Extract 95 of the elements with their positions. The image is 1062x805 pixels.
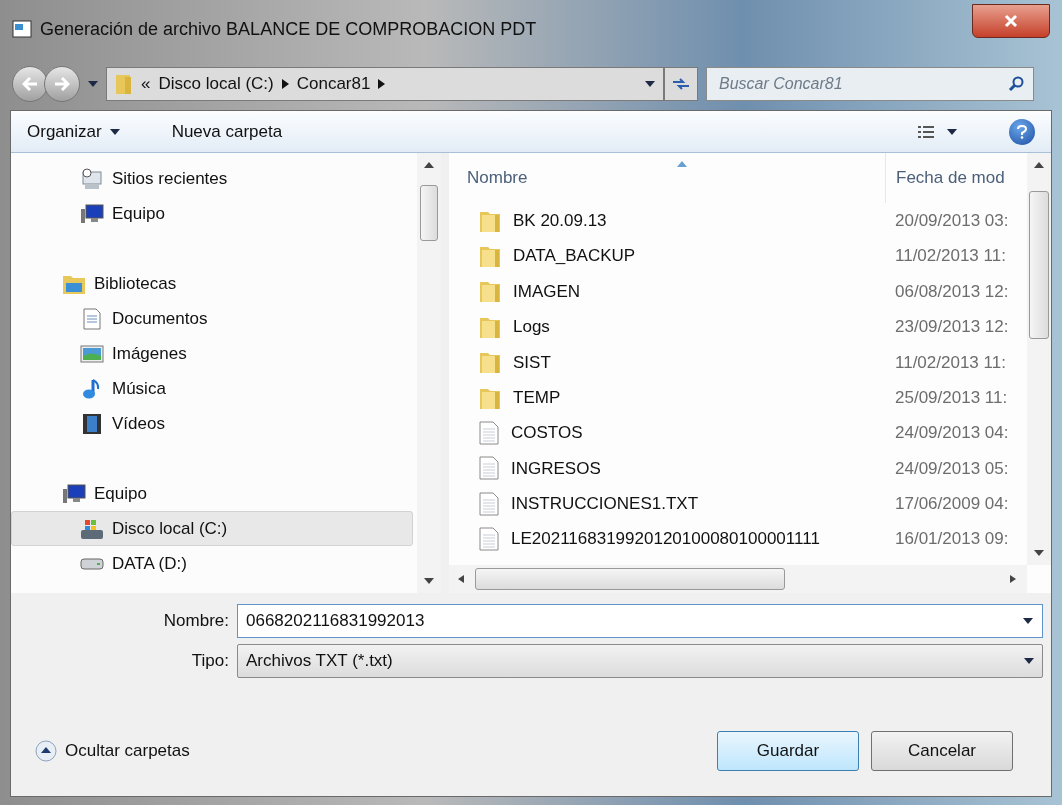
- document-icon: [80, 307, 104, 330]
- drive-icon: [80, 557, 104, 570]
- scroll-left-arrow-icon[interactable]: [457, 575, 467, 583]
- navigation-item[interactable]: Documentos: [11, 301, 413, 336]
- navigation-item[interactable]: Disco local (C:): [11, 511, 413, 546]
- film-icon: [80, 412, 104, 435]
- filename-field[interactable]: 0668202116831992013: [237, 604, 1043, 638]
- scrollbar-thumb[interactable]: [1029, 191, 1049, 339]
- modified-date: 11/02/2013 11:: [894, 245, 1006, 268]
- view-options-button[interactable]: [917, 124, 957, 139]
- file-name[interactable]: SIST: [513, 349, 551, 375]
- modified-date: 24/09/2013 04:: [894, 422, 1009, 445]
- document-icon: [479, 491, 499, 516]
- recent-pages-caret-icon: [88, 81, 98, 87]
- refresh-button[interactable]: [664, 67, 698, 101]
- search-icon: [1008, 76, 1024, 92]
- address-overflow[interactable]: «: [141, 71, 151, 97]
- file-name[interactable]: TEMP: [513, 384, 561, 411]
- modified-date: 06/08/2013 12:: [894, 280, 1009, 303]
- close-icon: [1004, 14, 1018, 28]
- field-label: Nombre:: [162, 610, 229, 633]
- sort-ascending-icon: [677, 161, 687, 167]
- new-folder-button[interactable]: Nueva carpeta: [171, 118, 283, 145]
- chevron-right-icon[interactable]: [281, 79, 289, 89]
- navigation-item[interactable]: Vídeos: [11, 406, 413, 441]
- navigation-item[interactable]: Equipo: [11, 476, 413, 511]
- folder-icon: [479, 279, 501, 304]
- drive-icon: [80, 517, 104, 540]
- folder-icon: [479, 350, 501, 375]
- search-field[interactable]: Buscar Concar81: [706, 67, 1034, 101]
- file-name[interactable]: INSTRUCCIONES1.TXT: [511, 491, 699, 517]
- file-name[interactable]: DATA_BACKUP: [513, 243, 636, 269]
- address-bar[interactable]: « Disco local (C:) Concar81: [106, 67, 664, 101]
- save-button[interactable]: Guardar: [717, 730, 859, 771]
- app-window-icon: [12, 20, 32, 38]
- computer-icon: [62, 482, 86, 505]
- file-name[interactable]: LE2021168319920120100080100001111: [511, 526, 820, 552]
- scroll-up-arrow-icon[interactable]: [424, 161, 434, 169]
- document-icon: [479, 421, 499, 446]
- modified-date: 20/09/2013 03:: [894, 209, 1009, 232]
- file-type-dropdown[interactable]: Archivos TXT (*.txt): [237, 644, 1043, 678]
- modified-date: 17/06/2009 04:: [894, 493, 1009, 516]
- modified-date: 16/01/2013 09:: [894, 528, 1009, 551]
- navigation-item[interactable]: Música: [11, 371, 413, 406]
- cancel-button[interactable]: Cancelar: [871, 730, 1013, 771]
- file-name[interactable]: BK 20.09.13: [513, 207, 607, 234]
- navigation-item[interactable]: Imágenes: [11, 336, 413, 371]
- document-icon: [479, 456, 499, 481]
- forward-button[interactable]: [44, 66, 80, 102]
- recent-places-icon: [80, 167, 104, 190]
- caret-icon: [1024, 658, 1034, 664]
- chevron-right-icon[interactable]: [378, 79, 386, 89]
- folder-icon: [115, 73, 133, 95]
- scroll-down-arrow-icon[interactable]: [424, 577, 434, 585]
- back-button[interactable]: [12, 66, 48, 102]
- navigation-item[interactable]: Equipo: [11, 196, 413, 231]
- breadcrumb-item[interactable]: Disco local (C:): [158, 71, 274, 97]
- refresh-arrows-icon: [671, 76, 691, 92]
- window-title: Generación de archivo BALANCE DE COMPROBACION PDT: [40, 17, 537, 41]
- scrollbar-thumb[interactable]: [475, 568, 785, 590]
- vertical-scrollbar[interactable]: [1027, 153, 1051, 565]
- modified-date: 25/09/2013 11:: [894, 386, 1008, 409]
- scroll-down-arrow-icon[interactable]: [1034, 549, 1044, 557]
- help-icon: [1017, 124, 1027, 139]
- help-button[interactable]: [1009, 118, 1035, 145]
- scrollbar-thumb[interactable]: [420, 185, 438, 241]
- navigation-item[interactable]: Bibliotecas: [11, 266, 413, 301]
- file-name[interactable]: INGRESOS: [511, 455, 601, 482]
- file-name[interactable]: Logs: [513, 314, 550, 340]
- column-header[interactable]: Nombre: [449, 153, 885, 203]
- forward-arrow-icon: [54, 77, 70, 91]
- hide-folders-button[interactable]: Ocultar carpetas: [35, 737, 190, 764]
- picture-icon: [80, 342, 104, 365]
- navigation-item[interactable]: Sitios recientes: [11, 161, 413, 196]
- horizontal-scrollbar[interactable]: [449, 565, 1027, 593]
- caret-icon: [1023, 618, 1033, 624]
- caret-icon: [947, 128, 957, 135]
- close-button[interactable]: [972, 4, 1050, 38]
- file-name[interactable]: IMAGEN: [513, 278, 581, 305]
- navigation-item[interactable]: DATA (D:): [11, 546, 413, 581]
- back-arrow-icon: [22, 77, 38, 91]
- field-label: Tipo:: [190, 650, 229, 673]
- dropdown-caret-icon: [645, 81, 655, 87]
- organize-menu[interactable]: Organizar: [27, 118, 120, 145]
- scroll-up-arrow-icon[interactable]: [1034, 161, 1044, 169]
- document-icon: [479, 527, 499, 552]
- modified-date: 23/09/2013 12:: [894, 316, 1009, 339]
- computer-icon: [80, 202, 104, 225]
- modified-date: 24/09/2013 05:: [894, 457, 1009, 480]
- breadcrumb-item[interactable]: Concar81: [296, 71, 371, 97]
- modified-date: 11/02/2013 11:: [894, 351, 1006, 374]
- caret-icon: [109, 128, 120, 135]
- file-name[interactable]: COSTOS: [511, 420, 583, 446]
- folder-icon: [479, 244, 501, 269]
- list-view-icon: [917, 124, 935, 139]
